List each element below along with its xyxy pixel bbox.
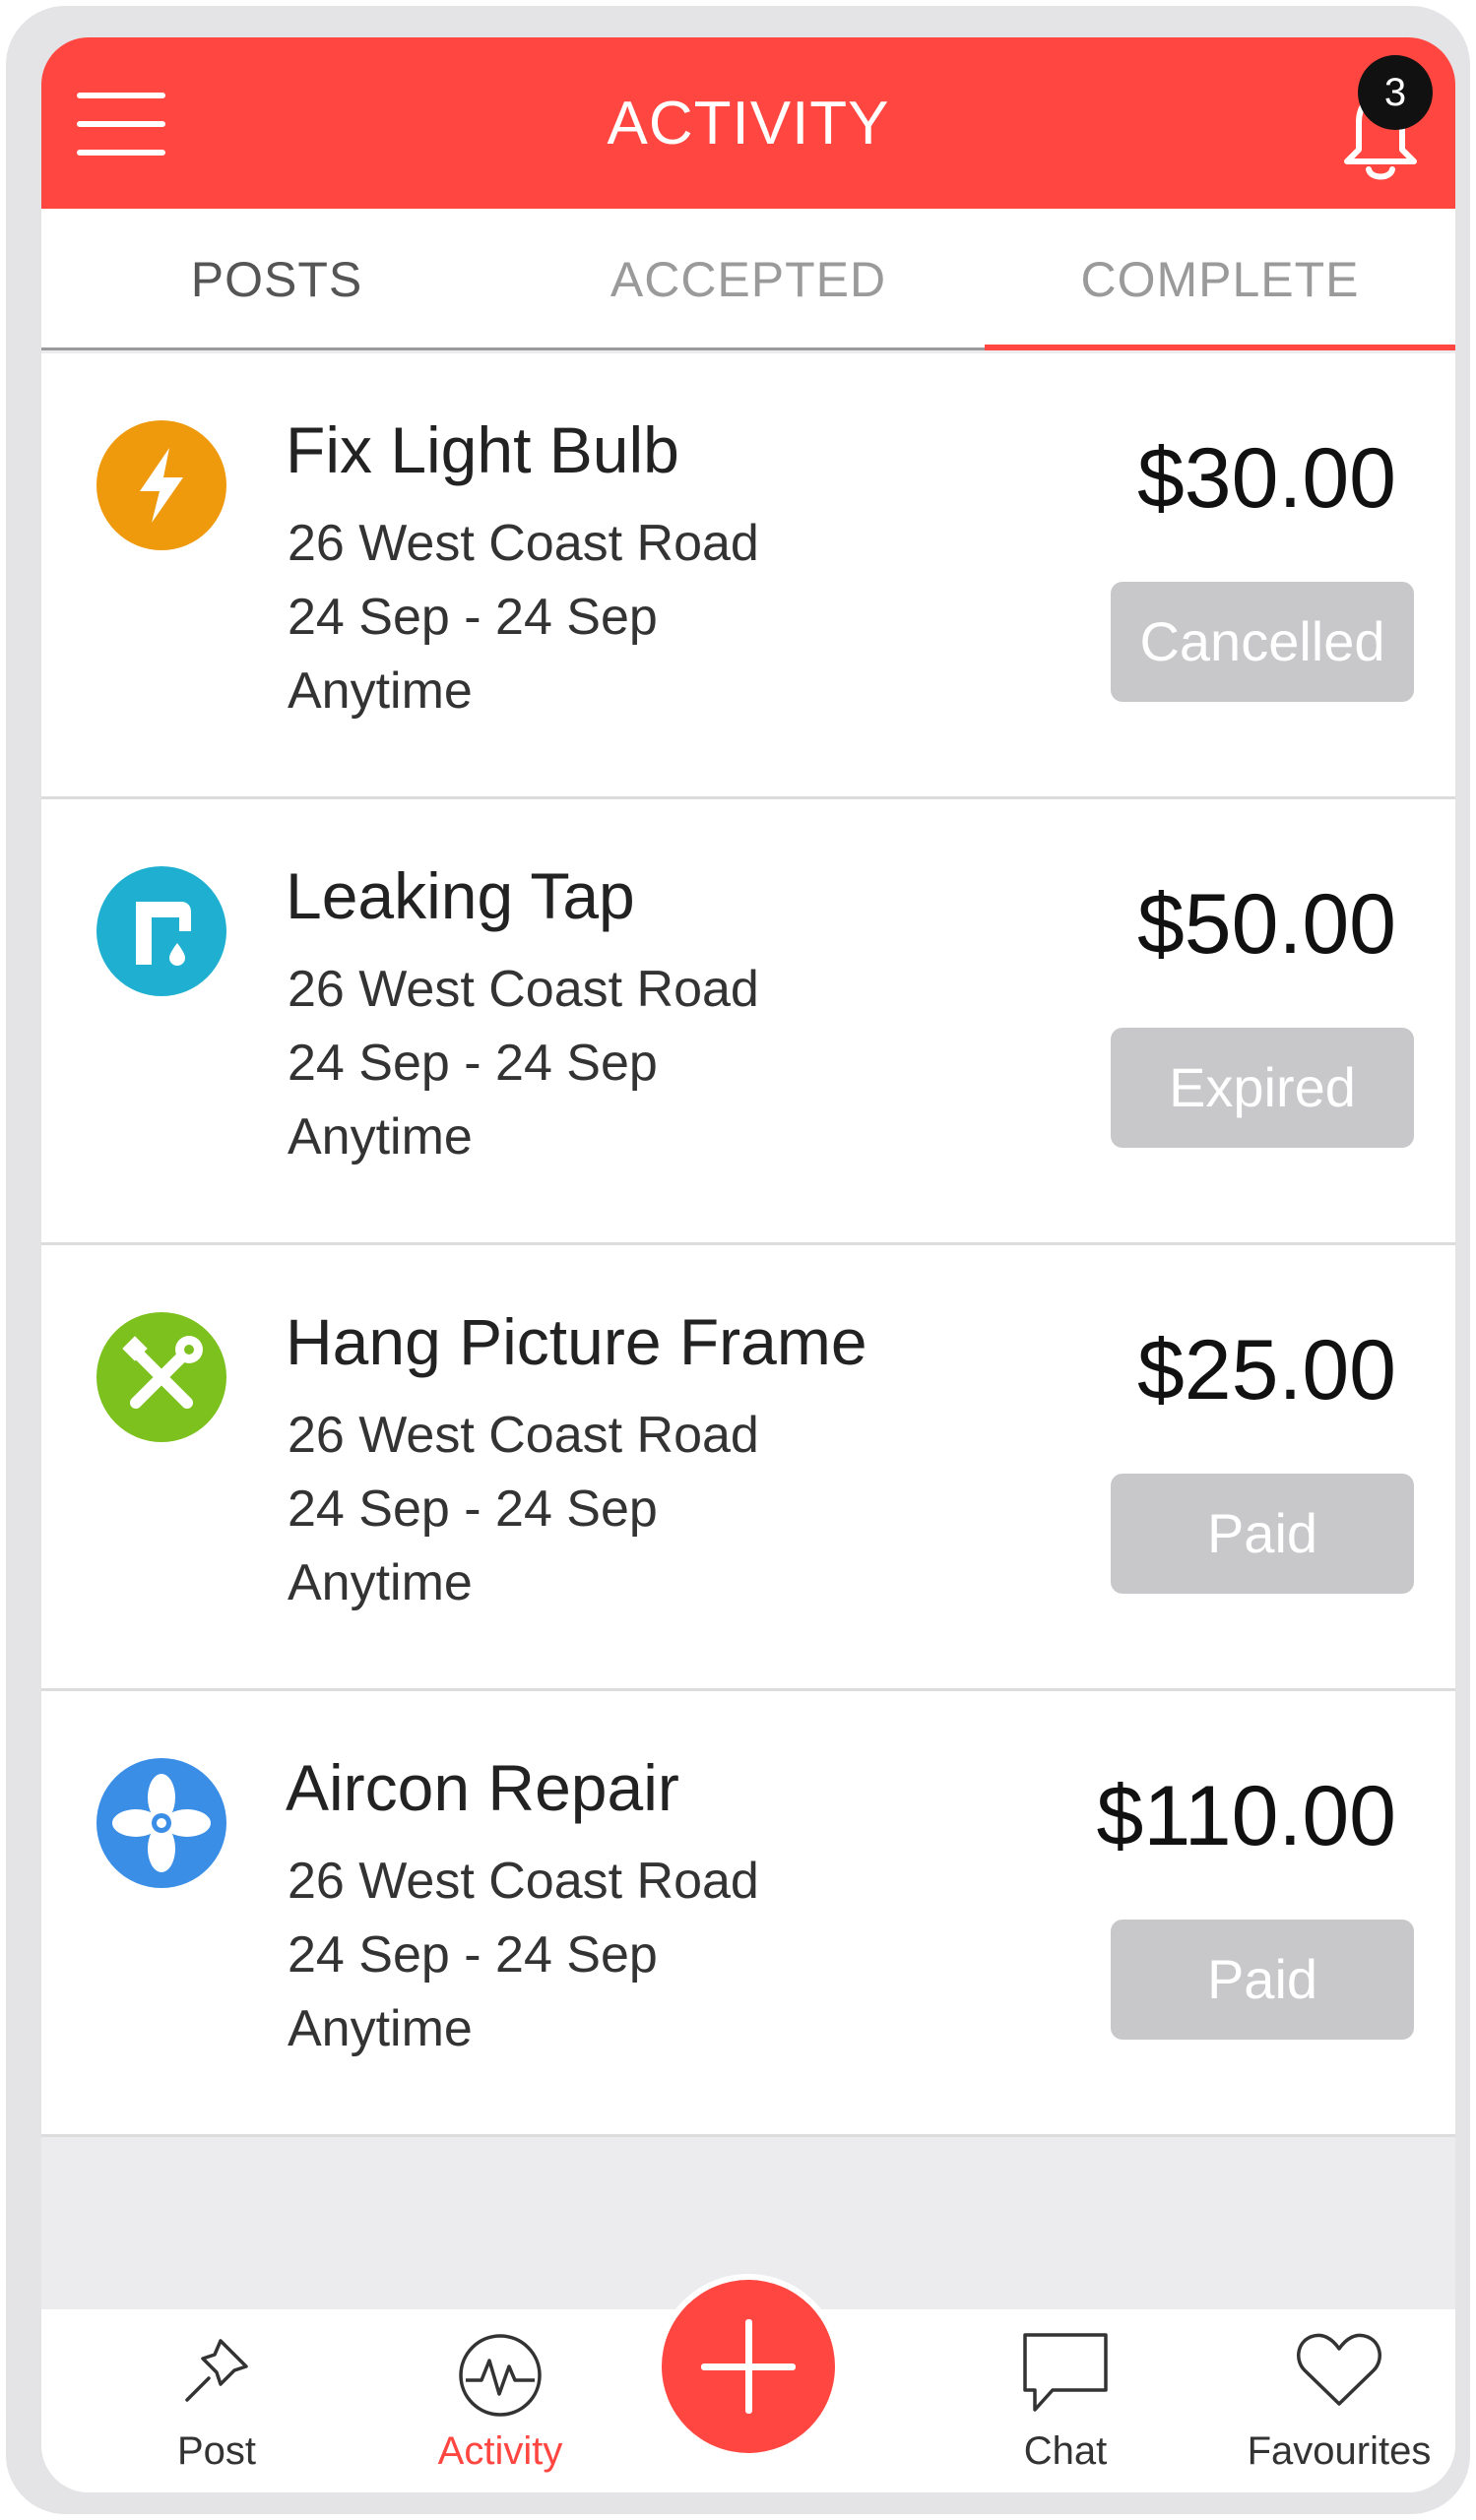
tab-posts[interactable]: POSTS: [41, 209, 512, 350]
tab-bar: POSTS ACCEPTED COMPLETE: [41, 209, 1455, 350]
status-badge: Cancelled: [1111, 582, 1414, 702]
job-list: Fix Light Bulb 26 West Coast Road 24 Sep…: [41, 353, 1455, 2137]
notification-badge: 3: [1358, 55, 1433, 130]
plus-icon: [745, 2319, 752, 2414]
nav-chat[interactable]: Chat: [967, 2309, 1164, 2492]
job-dates: 24 Sep - 24 Sep: [288, 1926, 658, 1984]
status-badge: Paid: [1111, 1474, 1414, 1594]
chat-icon: [1023, 2333, 1108, 2412]
nav-label: Activity: [437, 2429, 563, 2473]
fan-icon: [96, 1758, 226, 1888]
tools-icon: [96, 1312, 226, 1442]
nav-label: Post: [176, 2429, 257, 2473]
job-address: 26 West Coast Road: [288, 1853, 759, 1910]
job-price: $50.00: [1136, 877, 1396, 972]
nav-activity[interactable]: Activity: [402, 2309, 599, 2492]
nav-favourites[interactable]: Favourites: [1241, 2309, 1438, 2492]
app-screen: ACTIVITY 3 POSTS ACCEPTED COMPLETE Fix L: [41, 37, 1455, 2492]
device-frame: ACTIVITY 3 POSTS ACCEPTED COMPLETE Fix L: [6, 6, 1470, 2514]
job-card[interactable]: Hang Picture Frame 26 West Coast Road 24…: [41, 1245, 1455, 1691]
job-title: Leaking Tap: [286, 859, 635, 932]
nav-label: Favourites: [1247, 2429, 1432, 2473]
tab-accepted[interactable]: ACCEPTED: [513, 209, 984, 350]
lightning-icon: [96, 420, 226, 550]
job-dates: 24 Sep - 24 Sep: [288, 1480, 658, 1538]
job-card[interactable]: Aircon Repair 26 West Coast Road 24 Sep …: [41, 1691, 1455, 2137]
tap-icon: [96, 866, 226, 996]
job-card[interactable]: Leaking Tap 26 West Coast Road 24 Sep - …: [41, 799, 1455, 1245]
job-price: $25.00: [1136, 1323, 1396, 1418]
job-title: Aircon Repair: [286, 1751, 679, 1824]
activity-icon: [459, 2334, 542, 2417]
status-badge: Paid: [1111, 1920, 1414, 2040]
job-dates: 24 Sep - 24 Sep: [288, 1035, 658, 1092]
nav-post[interactable]: Post: [118, 2309, 315, 2492]
job-card[interactable]: Fix Light Bulb 26 West Coast Road 24 Sep…: [41, 353, 1455, 799]
active-tab-indicator: [985, 345, 1455, 350]
app-header: ACTIVITY 3: [41, 37, 1455, 209]
job-time: Anytime: [288, 2000, 473, 2057]
job-title: Hang Picture Frame: [286, 1305, 867, 1378]
job-address: 26 West Coast Road: [288, 961, 759, 1018]
job-time: Anytime: [288, 1554, 473, 1611]
add-post-button[interactable]: [662, 2280, 835, 2453]
status-badge: Expired: [1111, 1028, 1414, 1148]
job-address: 26 West Coast Road: [288, 515, 759, 572]
pin-icon: [185, 2339, 248, 2402]
job-address: 26 West Coast Road: [288, 1407, 759, 1464]
job-price: $110.00: [1096, 1769, 1397, 1863]
nav-label: Chat: [1023, 2429, 1108, 2473]
job-price: $30.00: [1136, 431, 1396, 526]
job-title: Fix Light Bulb: [286, 413, 679, 486]
heart-icon: [1297, 2333, 1381, 2406]
page-title: ACTIVITY: [607, 90, 890, 158]
job-time: Anytime: [288, 662, 473, 720]
job-dates: 24 Sep - 24 Sep: [288, 589, 658, 646]
job-time: Anytime: [288, 1108, 473, 1166]
tab-complete[interactable]: COMPLETE: [985, 209, 1455, 350]
